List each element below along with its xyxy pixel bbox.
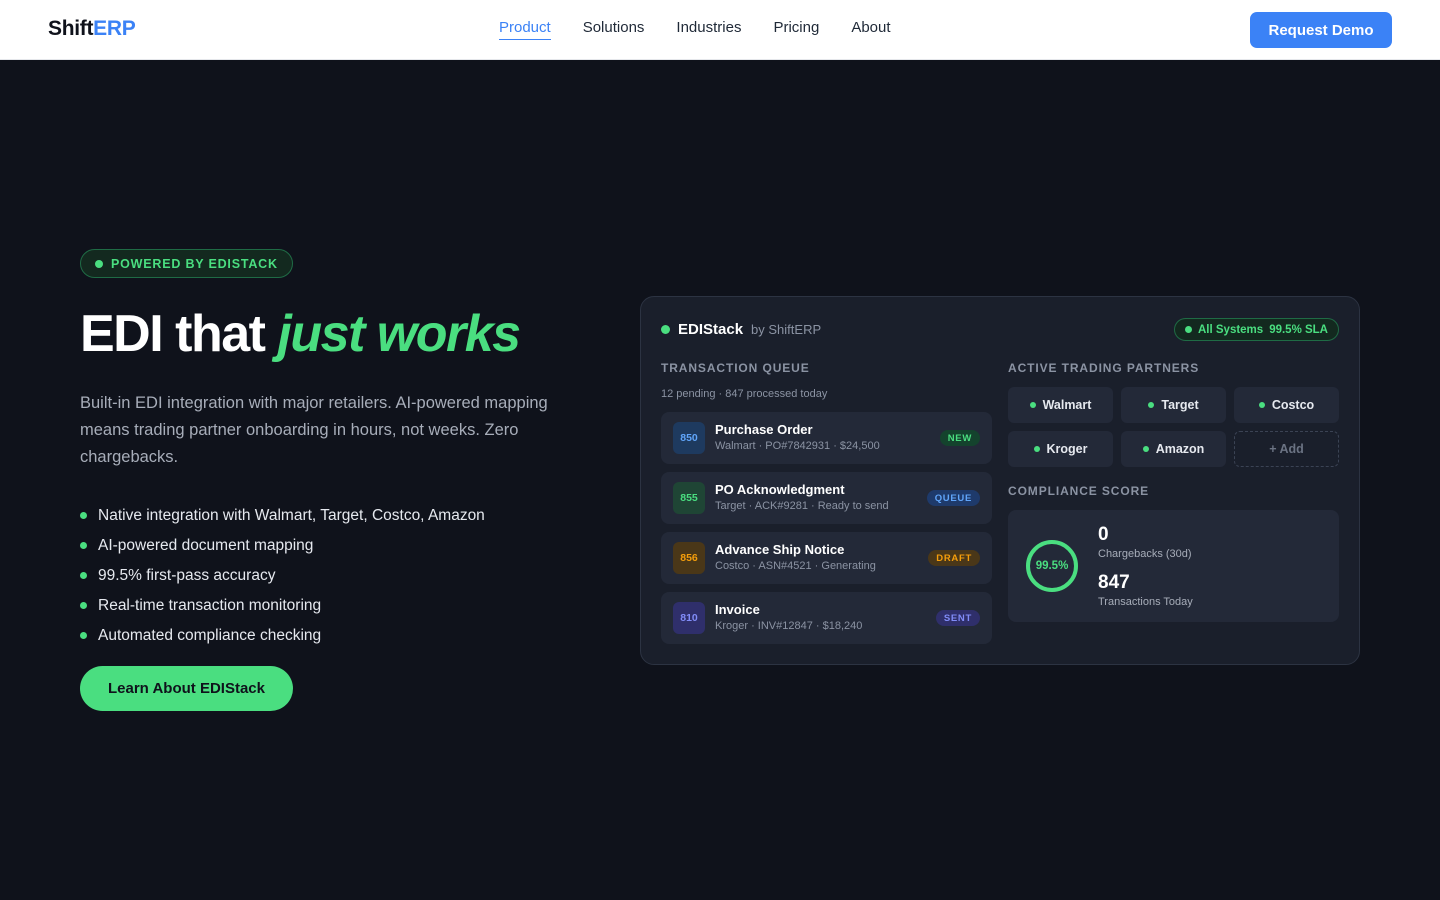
- transactions-today-label: Transactions Today: [1098, 596, 1193, 608]
- compliance-score-title: COMPLIANCE SCORE: [1008, 484, 1150, 498]
- feature-text: Native integration with Walmart, Target,…: [98, 506, 485, 524]
- partner-grid: Walmart Target Costco Kroger Amazon + Ad…: [1008, 387, 1339, 467]
- top-navigation-bar: ShiftERP Product Solutions Industries Pr…: [0, 0, 1440, 60]
- partner-name: Amazon: [1155, 442, 1205, 456]
- powered-by-text: POWERED BY EDISTACK: [111, 256, 278, 271]
- transaction-row[interactable]: 850 Purchase Order Walmart · PO#7842931 …: [661, 412, 992, 464]
- feature-item: Real-time transaction monitoring: [80, 591, 600, 621]
- feature-item: Automated compliance checking: [80, 621, 600, 651]
- compliance-score-value: 99.5%: [1035, 560, 1069, 572]
- status-label: All Systems: [1197, 323, 1264, 336]
- doc-code-badge: 850: [673, 422, 705, 454]
- transaction-title: Invoice: [715, 602, 760, 617]
- partner-chip-kroger[interactable]: Kroger: [1008, 431, 1113, 467]
- transaction-row[interactable]: 856 Advance Ship Notice Costco · ASN#452…: [661, 532, 992, 584]
- panel-title: EDIStack: [678, 321, 744, 338]
- transaction-title: Advance Ship Notice: [715, 542, 845, 557]
- active-dot-icon: [1033, 446, 1040, 452]
- nav-link-industries[interactable]: Industries: [676, 19, 741, 40]
- partner-name: Target: [1161, 398, 1199, 412]
- doc-code-badge: 810: [673, 602, 705, 634]
- transaction-row[interactable]: 810 Invoice Kroger · INV#12847 · $18,240…: [661, 592, 992, 644]
- partner-name: Costco: [1271, 398, 1315, 412]
- chargebacks-value: 0: [1098, 524, 1109, 545]
- partner-name: Walmart: [1042, 398, 1092, 412]
- powered-by-badge: POWERED BY EDISTACK: [80, 249, 293, 278]
- feature-text: AI-powered document mapping: [98, 536, 314, 554]
- status-sla: 99.5% SLA: [1269, 323, 1328, 336]
- feature-item: 99.5% first-pass accuracy: [80, 561, 600, 591]
- logo[interactable]: ShiftERP: [48, 17, 136, 41]
- bullet-dot-icon: [80, 512, 87, 520]
- doc-code-badge: 855: [673, 482, 705, 514]
- feature-item: AI-powered document mapping: [80, 531, 600, 561]
- logo-text-erp: ERP: [93, 17, 136, 40]
- partner-chip-costco[interactable]: Costco: [1234, 387, 1339, 423]
- hero-headline: EDI that just works: [80, 307, 600, 362]
- bullet-dot-icon: [80, 572, 87, 580]
- trading-partners-title: ACTIVE TRADING PARTNERS: [1008, 361, 1200, 375]
- transactions-today-value: 847: [1098, 572, 1130, 593]
- panel-subtitle: by ShiftERP: [751, 322, 822, 337]
- bullet-dot-icon: [80, 602, 87, 610]
- chargebacks-label: Chargebacks (30d): [1098, 548, 1192, 560]
- status-badge: NEW: [939, 430, 980, 446]
- transaction-queue-title: TRANSACTION QUEUE: [661, 361, 810, 375]
- bullet-dot-icon: [80, 632, 87, 640]
- transaction-meta: Target · ACK#9281 · Ready to send: [715, 500, 889, 512]
- hero-description: Built-in EDI integration with major reta…: [80, 393, 548, 466]
- logo-text-shift: Shift: [48, 17, 94, 40]
- feature-text: Real-time transaction monitoring: [98, 596, 322, 614]
- transaction-row[interactable]: 855 PO Acknowledgment Target · ACK#9281 …: [661, 472, 992, 524]
- status-badge: QUEUE: [926, 490, 980, 506]
- partner-chip-walmart[interactable]: Walmart: [1008, 387, 1113, 423]
- nav-link-product[interactable]: Product: [499, 19, 551, 40]
- transaction-title: PO Acknowledgment: [715, 482, 845, 497]
- status-dot-icon: [95, 259, 103, 268]
- active-dot-icon: [1142, 446, 1149, 452]
- transaction-meta: Walmart · PO#7842931 · $24,500: [715, 440, 880, 452]
- partner-name: Kroger: [1046, 442, 1088, 456]
- compliance-card: 99.5% 0 Chargebacks (30d) 847 Transactio…: [1008, 510, 1339, 622]
- add-partner-button[interactable]: + Add: [1234, 431, 1339, 467]
- system-status-badge: All Systems 99.5% SLA: [1173, 318, 1339, 341]
- learn-about-edistack-button[interactable]: Learn About EDIStack: [80, 666, 293, 711]
- active-dot-icon: [1029, 402, 1036, 408]
- nav-link-about[interactable]: About: [851, 19, 890, 40]
- hero-section: POWERED BY EDISTACK EDI that just works …: [80, 249, 600, 651]
- online-dot-icon: [661, 325, 670, 334]
- headline-plain: EDI that: [80, 305, 278, 363]
- status-badge: DRAFT: [928, 550, 980, 566]
- feature-item: Native integration with Walmart, Target,…: [80, 501, 600, 531]
- feature-text: 99.5% first-pass accuracy: [98, 566, 276, 584]
- partner-chip-target[interactable]: Target: [1121, 387, 1226, 423]
- transaction-meta: Kroger · INV#12847 · $18,240: [715, 620, 863, 632]
- edistack-dashboard-panel: EDIStack by ShiftERP All Systems 99.5% S…: [640, 296, 1360, 665]
- status-dot-icon: [1184, 326, 1192, 333]
- feature-list: Native integration with Walmart, Target,…: [80, 501, 600, 651]
- panel-header: EDIStack by ShiftERP: [661, 321, 821, 338]
- status-badge: SENT: [935, 610, 980, 626]
- bullet-dot-icon: [80, 542, 87, 550]
- nav-link-solutions[interactable]: Solutions: [583, 19, 645, 40]
- active-dot-icon: [1148, 402, 1155, 408]
- partner-chip-amazon[interactable]: Amazon: [1121, 431, 1226, 467]
- nav-link-pricing[interactable]: Pricing: [773, 19, 819, 40]
- queue-summary: 12 pending · 847 processed today: [661, 388, 828, 400]
- doc-code-badge: 856: [673, 542, 705, 574]
- headline-accent: just works: [277, 305, 521, 363]
- feature-text: Automated compliance checking: [98, 626, 322, 644]
- request-demo-button[interactable]: Request Demo: [1250, 12, 1392, 48]
- transaction-meta: Costco · ASN#4521 · Generating: [715, 560, 876, 572]
- active-dot-icon: [1258, 402, 1265, 408]
- transaction-title: Purchase Order: [715, 422, 813, 437]
- main-nav: Product Solutions Industries Pricing Abo…: [499, 19, 891, 40]
